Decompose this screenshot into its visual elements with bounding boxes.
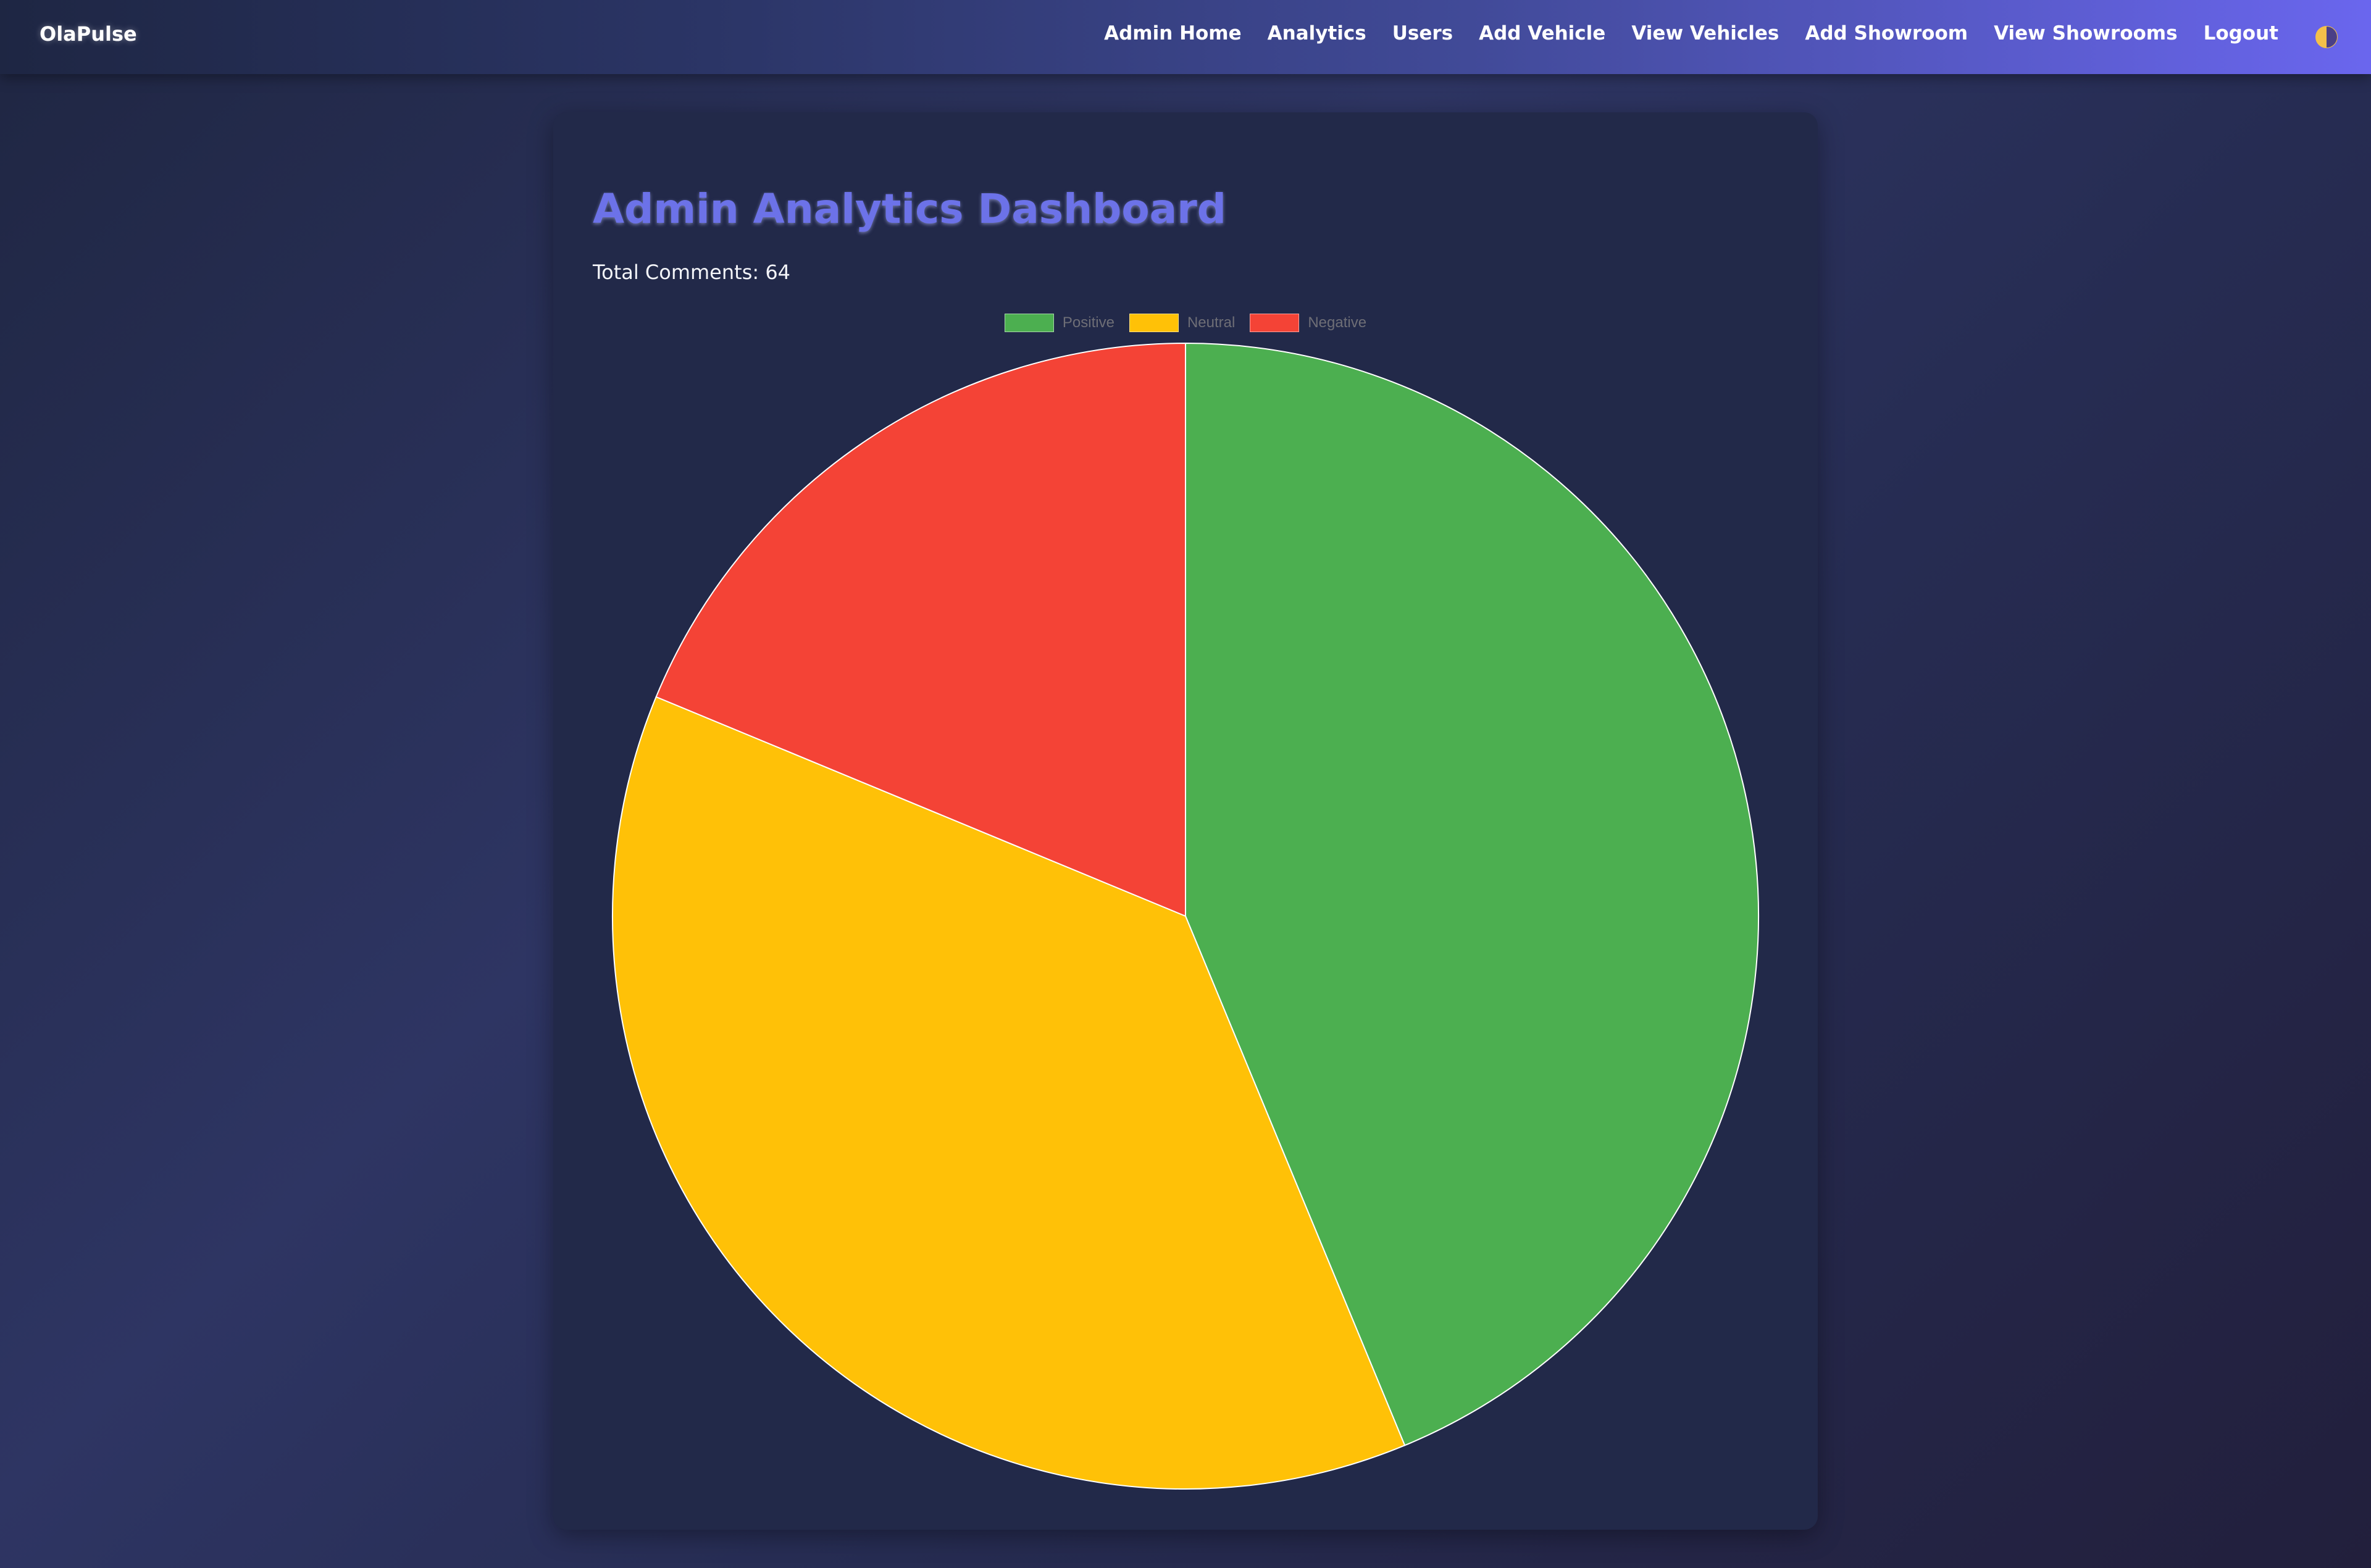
nav-link-users[interactable]: Users <box>1392 22 1453 44</box>
nav-link-analytics[interactable]: Analytics <box>1268 22 1366 44</box>
half-moon-icon <box>2315 26 2338 48</box>
nav-link-logout[interactable]: Logout <box>2204 22 2278 44</box>
brand-logo[interactable]: OlaPulse <box>40 22 137 46</box>
theme-toggle-button[interactable] <box>2314 25 2339 49</box>
nav-link-add-vehicle[interactable]: Add Vehicle <box>1479 22 1605 44</box>
navbar: OlaPulse Admin Home Analytics Users Add … <box>0 0 2371 74</box>
nav-links: Admin Home Analytics Users Add Vehicle V… <box>1104 22 2278 44</box>
nav-link-admin-home[interactable]: Admin Home <box>1104 22 1242 44</box>
sentiment-pie-chart <box>612 342 1759 1490</box>
analytics-card: Admin Analytics Dashboard Total Comments… <box>553 112 1818 1530</box>
nav-link-view-showrooms[interactable]: View Showrooms <box>1994 22 2178 44</box>
nav-link-view-vehicles[interactable]: View Vehicles <box>1631 22 1779 44</box>
nav-link-add-showroom[interactable]: Add Showroom <box>1805 22 1968 44</box>
